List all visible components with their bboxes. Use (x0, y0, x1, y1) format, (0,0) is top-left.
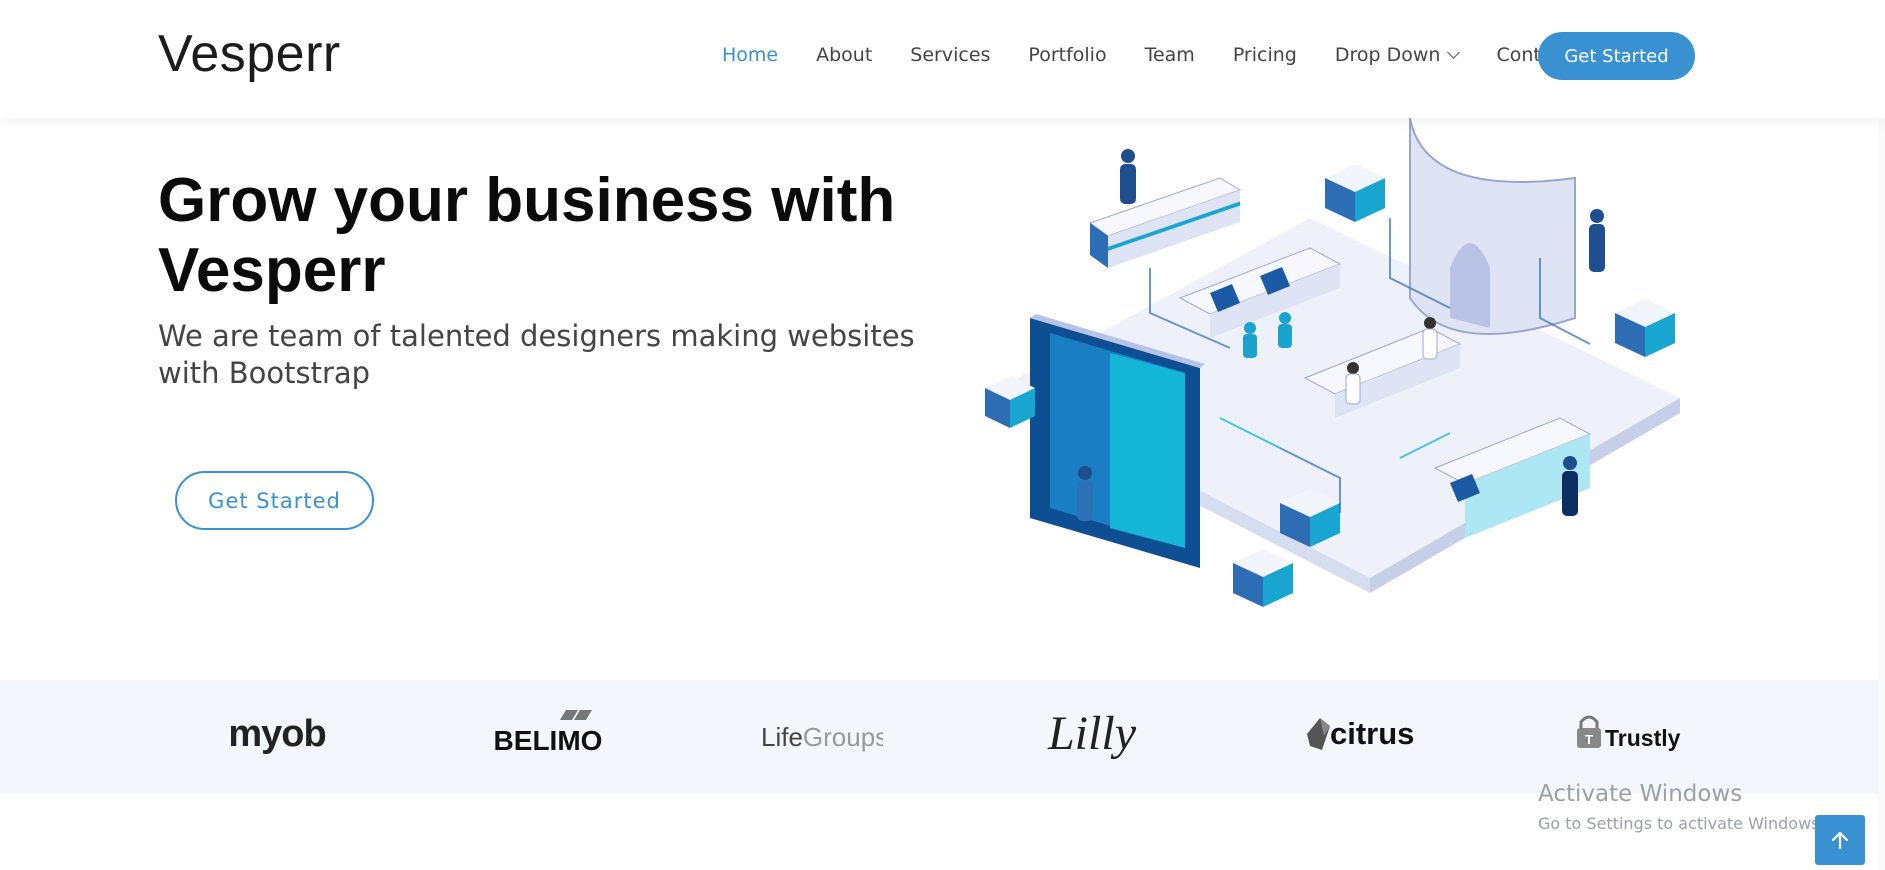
header-get-started-button[interactable]: Get Started (1538, 32, 1695, 80)
nav-item-services[interactable]: Services (910, 44, 990, 66)
trustly-logo: T Trustly (1577, 715, 1681, 751)
back-to-top-button[interactable] (1815, 815, 1865, 865)
svg-text:T: T (1585, 732, 1593, 747)
site-header: Vesperr Home About Services Portfolio Te… (0, 0, 1885, 118)
site-logo[interactable]: Vesperr (158, 24, 341, 84)
hero-title: Grow your business with Vesperr (158, 166, 938, 306)
activate-windows-title: Activate Windows (1538, 781, 1743, 807)
client-logo-lilly[interactable]: Lilly (1030, 696, 1155, 776)
hero-illustration (985, 118, 1680, 607)
nav-item-pricing[interactable]: Pricing (1233, 44, 1297, 66)
svg-text:Lilly: Lilly (1047, 707, 1137, 760)
svg-text:Trustly: Trustly (1605, 725, 1681, 751)
client-logo-myob[interactable]: myob (217, 696, 337, 776)
hero-title-line2: Vesperr (158, 236, 386, 305)
nav-item-team[interactable]: Team (1145, 44, 1195, 66)
hero-title-line1: Grow your business with (158, 166, 896, 235)
nav-item-dropdown[interactable]: Drop Down (1334, 44, 1461, 66)
nav-item-portfolio[interactable]: Portfolio (1028, 44, 1106, 66)
nav-item-dropdown-label: Drop Down (1334, 44, 1441, 66)
client-logo-belimo[interactable]: BELIMO (486, 696, 611, 776)
hero-subtitle: We are team of talented designers making… (158, 319, 915, 390)
arrow-up-icon (1831, 831, 1849, 850)
svg-text:LifeGroups: LifeGroups (761, 722, 883, 752)
nav-item-about[interactable]: About (816, 44, 872, 66)
lilly-logo: Lilly (1047, 707, 1137, 760)
clients-strip: myob BELIMO LifeGroups Lilly citrus T Tr… (0, 680, 1885, 794)
client-logo-lifegroups[interactable]: LifeGroups (758, 696, 883, 776)
client-logo-trustly[interactable]: T Trustly (1572, 696, 1697, 776)
belimo-logo: BELIMO (494, 710, 603, 756)
svg-text:citrus: citrus (1330, 716, 1414, 751)
citrus-logo: citrus (1307, 716, 1414, 751)
svg-text:myob: myob (228, 713, 325, 755)
hero-get-started-button[interactable]: Get Started (175, 471, 374, 530)
activate-windows-subtitle: Go to Settings to activate Windows. (1538, 814, 1825, 833)
page-scrollbar[interactable] (1878, 0, 1885, 870)
svg-text:BELIMO: BELIMO (494, 725, 603, 756)
chevron-down-icon (1447, 46, 1461, 59)
client-logo-citrus[interactable]: citrus (1302, 696, 1427, 776)
lifegroups-logo: LifeGroups (761, 722, 883, 752)
nav-item-home[interactable]: Home (722, 44, 778, 66)
main-nav: Home About Services Portfolio Team Prici… (722, 44, 1608, 66)
myob-logo: myob (228, 713, 326, 755)
